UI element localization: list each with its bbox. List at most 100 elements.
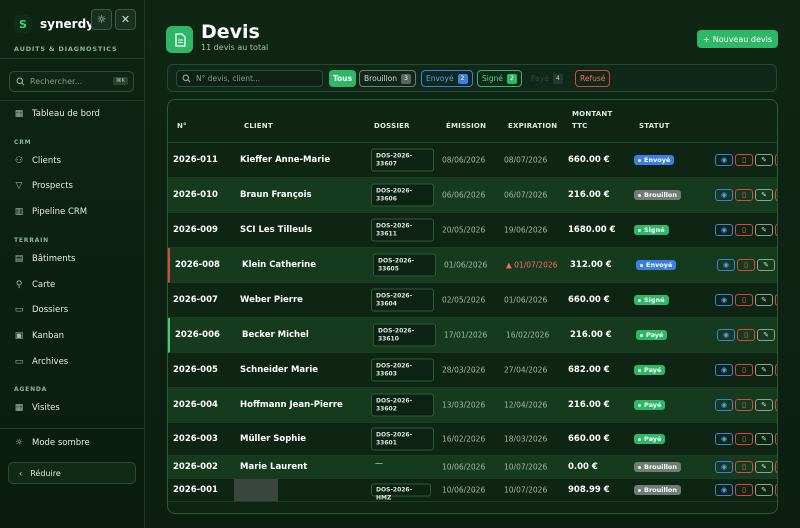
table-row[interactable]: 2026-010 Braun François DOS-2026- 33606 06/0… xyxy=(168,178,777,213)
delete-button[interactable]: ⌧ xyxy=(775,154,777,166)
sidebar-item-dossiers[interactable]: ▭ Dossiers xyxy=(14,305,68,315)
delete-button[interactable]: ⌧ xyxy=(777,329,778,341)
dossier-badge[interactable]: DOS-2026- 33604 xyxy=(371,288,434,312)
client-name[interactable]: SCI Les Tilleuls xyxy=(240,225,312,235)
sidebar-item-carte[interactable]: ⚲ Carte xyxy=(14,280,56,290)
sidebar-search-input[interactable]: Rechercher... ⌘K xyxy=(9,71,134,92)
filter-chip-paye[interactable]: Payé 4 xyxy=(527,70,567,87)
col-dossier[interactable]: DOSSIER xyxy=(374,122,410,130)
dark-mode-toggle[interactable]: ☼ Mode sombre xyxy=(14,438,90,448)
filter-chip-signe[interactable]: Signé 2 xyxy=(477,70,522,87)
dossier-badge[interactable]: DOS-2026- 33601 xyxy=(371,427,434,451)
table-row[interactable]: 2026-003 Müller Sophie DOS-2026- 33601 16/02… xyxy=(168,423,777,456)
col-statut[interactable]: STATUT xyxy=(639,122,670,130)
edit-button[interactable]: ✎ xyxy=(757,329,775,341)
sidebar-item-clients[interactable]: ⚇ Clients xyxy=(14,156,61,166)
client-name[interactable]: Kieffer Anne-Marie xyxy=(240,155,330,165)
view-button[interactable]: ◉ xyxy=(715,154,733,166)
theme-toggle-button[interactable]: ☼ xyxy=(91,9,112,30)
table-row[interactable]: 2026-001 DOS-2026-HMZ 10/06/2026 10/07/2026… xyxy=(168,479,777,502)
client-name[interactable]: Schneider Marie xyxy=(240,365,318,375)
view-button[interactable]: ◉ xyxy=(717,259,735,271)
view-button[interactable]: ◉ xyxy=(715,399,733,411)
edit-button[interactable]: ✎ xyxy=(755,433,773,445)
table-row[interactable]: 2026-002 Marie Laurent — 10/06/2026 10/07/20… xyxy=(168,456,777,479)
client-name[interactable]: Müller Sophie xyxy=(240,434,306,444)
dossier-badge[interactable]: DOS-2026- 33602 xyxy=(371,393,434,417)
table-row[interactable]: 2026-004 Hoffmann Jean-Pierre DOS-2026- 336… xyxy=(168,388,777,423)
view-button[interactable]: ◉ xyxy=(715,294,733,306)
sidebar-item-batiments[interactable]: ▤ Bâtiments xyxy=(14,254,76,264)
dossier-badge[interactable]: DOS-2026- 33606 xyxy=(371,183,434,207)
view-button[interactable]: ◉ xyxy=(715,364,733,376)
delete-button[interactable]: ⌧ xyxy=(775,484,777,496)
filter-chip-brouillon[interactable]: Brouillon 3 xyxy=(359,70,416,87)
edit-button[interactable]: ✎ xyxy=(755,399,773,411)
view-button[interactable]: ◉ xyxy=(715,189,733,201)
delete-button[interactable]: ⌧ xyxy=(775,189,777,201)
delete-button[interactable]: ⌧ xyxy=(775,433,777,445)
pdf-button[interactable]: ▯ xyxy=(735,294,753,306)
brand[interactable]: S synerdys xyxy=(14,15,101,33)
client-name[interactable]: Braun François xyxy=(240,190,312,200)
dossier-badge[interactable]: DOS-2026- 33605 xyxy=(373,253,436,277)
client-name[interactable]: Marie Laurent xyxy=(240,462,307,472)
pdf-button[interactable]: ▯ xyxy=(737,259,755,271)
collapse-sidebar-button[interactable]: ‹ Réduire xyxy=(8,462,136,484)
view-button[interactable]: ◉ xyxy=(715,224,733,236)
edit-button[interactable]: ✎ xyxy=(755,189,773,201)
col-ttc[interactable]: TTC xyxy=(572,122,587,130)
pdf-button[interactable]: ▯ xyxy=(735,433,753,445)
close-sidebar-button[interactable]: ✕ xyxy=(115,9,136,30)
pdf-button[interactable]: ▯ xyxy=(735,399,753,411)
table-row[interactable]: 2026-005 Schneider Marie DOS-2026- 33603 28/… xyxy=(168,353,777,388)
edit-button[interactable]: ✎ xyxy=(755,461,773,473)
delete-button[interactable]: ⌧ xyxy=(777,259,778,271)
pdf-button[interactable]: ▯ xyxy=(735,224,753,236)
sidebar-item-visites[interactable]: ▦ Visites xyxy=(14,403,60,413)
edit-button[interactable]: ✎ xyxy=(755,224,773,236)
edit-button[interactable]: ✎ xyxy=(755,294,773,306)
delete-button[interactable]: ⌧ xyxy=(775,461,777,473)
filter-chip-envoye[interactable]: Envoyé 2 xyxy=(421,70,473,87)
col-expiration[interactable]: EXPIRATION xyxy=(508,122,557,130)
delete-button[interactable]: ⌧ xyxy=(775,224,777,236)
filter-chip-all[interactable]: Tous xyxy=(329,70,357,87)
pdf-button[interactable]: ▯ xyxy=(737,329,755,341)
quote-search-input[interactable]: N° devis, client... xyxy=(176,70,323,87)
delete-button[interactable]: ⌧ xyxy=(775,399,777,411)
col-montant[interactable]: MONTANT xyxy=(572,110,612,118)
sidebar-item-archives[interactable]: ▭ Archives xyxy=(14,357,69,367)
dossier-badge[interactable]: DOS-2026- 33603 xyxy=(371,358,434,382)
delete-button[interactable]: ⌧ xyxy=(775,294,777,306)
dossier-badge[interactable]: DOS-2026- 33607 xyxy=(371,148,434,172)
view-button[interactable]: ◉ xyxy=(715,484,733,496)
view-button[interactable]: ◉ xyxy=(717,329,735,341)
pdf-button[interactable]: ▯ xyxy=(735,154,753,166)
client-name[interactable]: Klein Catherine xyxy=(242,260,316,270)
client-name[interactable]: Becker Michel xyxy=(242,330,309,340)
view-button[interactable]: ◉ xyxy=(715,461,733,473)
new-quote-button[interactable]: + Nouveau devis xyxy=(697,30,778,48)
table-row[interactable]: 2026-011 Kieffer Anne-Marie DOS-2026- 33607… xyxy=(168,143,777,178)
dossier-badge[interactable]: DOS-2026- 33610 xyxy=(373,323,436,347)
dossier-badge[interactable]: DOS-2026- 33611 xyxy=(371,218,434,242)
table-row[interactable]: 2026-009 SCI Les Tilleuls DOS-2026- 33611 20… xyxy=(168,213,777,248)
col-emission[interactable]: ÉMISSION xyxy=(446,122,486,130)
pdf-button[interactable]: ▯ xyxy=(735,364,753,376)
client-name[interactable]: Hoffmann Jean-Pierre xyxy=(240,400,343,410)
client-name[interactable]: Weber Pierre xyxy=(240,295,303,305)
col-num[interactable]: N° xyxy=(177,122,187,130)
edit-button[interactable]: ✎ xyxy=(755,484,773,496)
pdf-button[interactable]: ▯ xyxy=(735,461,753,473)
edit-button[interactable]: ✎ xyxy=(757,259,775,271)
pdf-button[interactable]: ▯ xyxy=(735,484,753,496)
dossier-badge[interactable]: — xyxy=(371,456,434,479)
filter-chip-refuse[interactable]: Refusé xyxy=(575,70,611,87)
sidebar-item-prospects[interactable]: ▽ Prospects xyxy=(14,181,73,191)
pdf-button[interactable]: ▯ xyxy=(735,189,753,201)
table-row[interactable]: 2026-008 Klein Catherine DOS-2026- 33605 01/… xyxy=(168,248,777,283)
table-row[interactable]: 2026-007 Weber Pierre DOS-2026- 33604 02/05/… xyxy=(168,283,777,318)
sidebar-item-pipeline[interactable]: ▥ Pipeline CRM xyxy=(14,207,87,217)
dossier-badge[interactable]: DOS-2026-HMZ xyxy=(371,483,431,502)
